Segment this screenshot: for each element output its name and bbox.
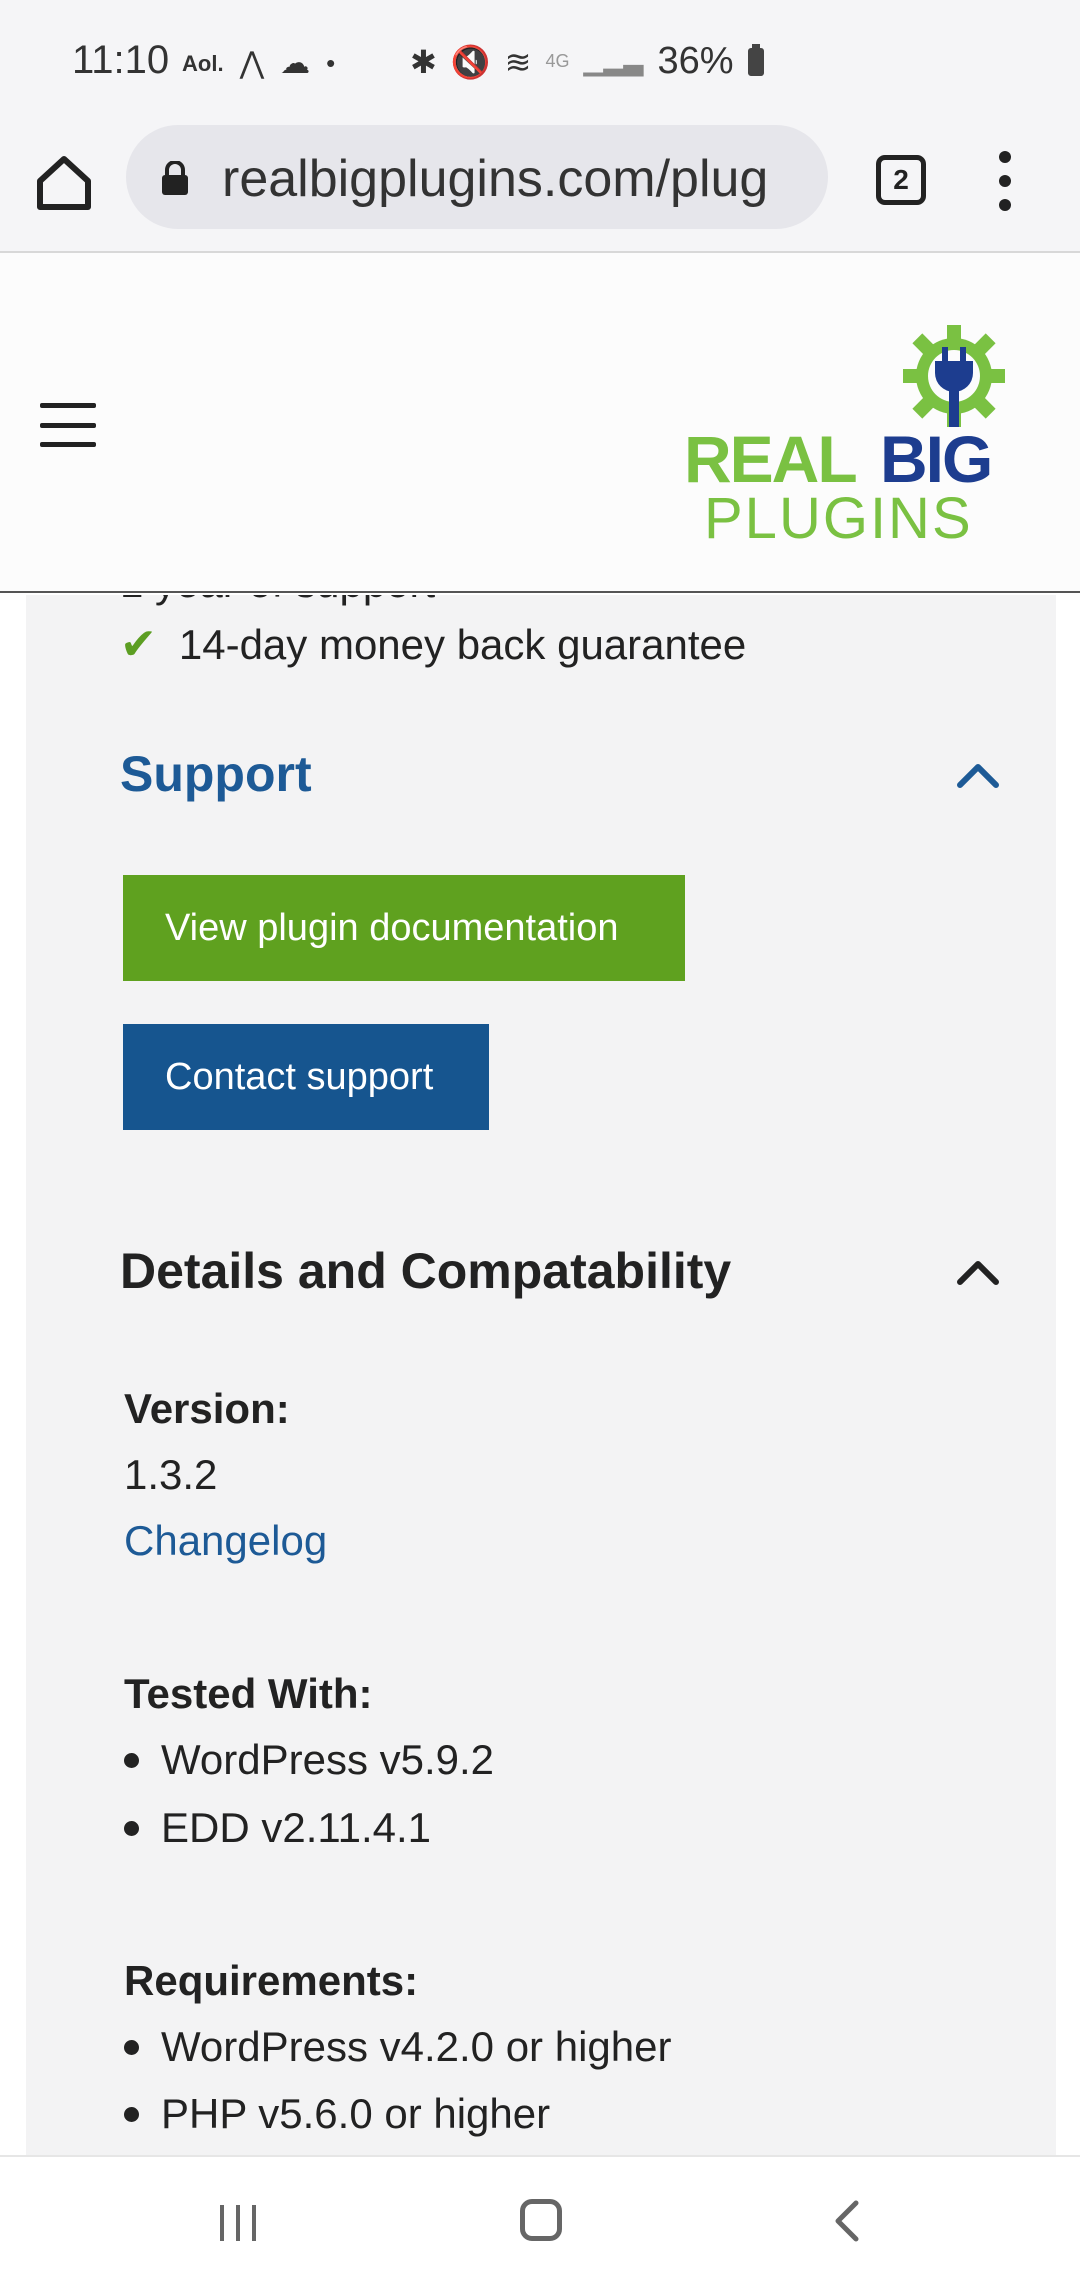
home-icon[interactable] bbox=[32, 151, 96, 215]
list-item: EDD v2.11.4.1 bbox=[124, 1804, 431, 1852]
dot-icon: • bbox=[326, 48, 336, 78]
signal-a-icon: ⋀ bbox=[239, 47, 265, 80]
tested-with-label: Tested With: bbox=[124, 1670, 373, 1717]
contact-support-button[interactable]: Contact support bbox=[123, 1024, 489, 1130]
support-section-header[interactable]: Support bbox=[120, 745, 1000, 803]
url-text: realbigplugins.com/plug bbox=[222, 150, 769, 208]
battery-percent: 36% bbox=[657, 40, 734, 82]
bullet-icon bbox=[124, 1820, 139, 1836]
tested-item-edd: EDD v2.11.4.1 bbox=[161, 1804, 432, 1851]
network-type-label: 4G bbox=[545, 51, 570, 71]
tab-switcher-button[interactable]: 2 bbox=[876, 155, 926, 205]
list-item: WordPress v5.9.2 bbox=[124, 1736, 494, 1784]
cloud-icon: ☁ bbox=[280, 47, 311, 80]
status-left-icons: Aol. ⋀ ☁ • bbox=[182, 46, 335, 81]
view-documentation-button[interactable]: View plugin documentation bbox=[123, 875, 685, 981]
mute-icon: 🔇 bbox=[450, 43, 491, 80]
bullet-icon bbox=[124, 2039, 139, 2055]
changelog-link[interactable]: Changelog bbox=[124, 1517, 327, 1565]
checkmark-icon: ✔ bbox=[120, 620, 157, 669]
bluetooth-icon: ✱ bbox=[410, 43, 437, 80]
browser-toolbar: realbigplugins.com/plug 2 bbox=[0, 125, 1080, 253]
support-title: Support bbox=[120, 746, 312, 802]
chevron-up-icon[interactable] bbox=[956, 1256, 1000, 1286]
url-bar[interactable]: realbigplugins.com/plug bbox=[126, 125, 828, 229]
back-icon[interactable] bbox=[828, 2199, 868, 2243]
requirement-item-wordpress: WordPress v4.2.0 or higher bbox=[161, 2023, 672, 2070]
hamburger-menu-icon[interactable] bbox=[40, 403, 96, 447]
battery-icon bbox=[747, 43, 764, 76]
status-bar: 11:10 Aol. ⋀ ☁ • ✱ 🔇 ≋ 4G ▁▂▃ 36% bbox=[0, 0, 1080, 125]
tested-item-wordpress: WordPress v5.9.2 bbox=[161, 1736, 495, 1783]
cellular-signal-icon: ▁▂▃ bbox=[583, 46, 644, 76]
details-section-header[interactable]: Details and Compatability bbox=[120, 1242, 1000, 1300]
recents-icon[interactable] bbox=[220, 2205, 256, 2241]
bullet-icon bbox=[124, 1752, 139, 1768]
version-value: 1.3.2 bbox=[124, 1451, 218, 1498]
list-item: WordPress v4.2.0 or higher bbox=[124, 2023, 671, 2071]
feature-item-partial: 1 year of support bbox=[120, 595, 435, 607]
site-logo[interactable]: REAL BIG PLUGINS bbox=[684, 321, 1024, 551]
aol-icon: Aol. bbox=[182, 50, 224, 76]
status-right-icons: ✱ 🔇 ≋ 4G ▁▂▃ 36% bbox=[410, 40, 764, 83]
feature-item-guarantee: ✔ 14-day money back guarantee bbox=[120, 619, 746, 670]
status-time: 11:10 bbox=[72, 38, 170, 82]
gear-plug-icon bbox=[903, 325, 1005, 427]
requirements-label: Requirements: bbox=[124, 1957, 419, 2004]
logo-text-plugins: PLUGINS bbox=[704, 486, 973, 551]
site-header: REAL BIG PLUGINS bbox=[0, 253, 1080, 593]
system-navigation-bar bbox=[0, 2155, 1080, 2280]
bullet-icon bbox=[124, 2106, 139, 2122]
browser-menu-icon[interactable] bbox=[990, 151, 1020, 211]
guarantee-text: 14-day money back guarantee bbox=[178, 620, 747, 668]
list-item: PHP v5.6.0 or higher bbox=[124, 2090, 550, 2138]
product-sidebar: 1 year of support ✔ 14-day money back gu… bbox=[26, 595, 1056, 2155]
chevron-up-icon[interactable] bbox=[956, 759, 1000, 789]
requirement-item-php: PHP v5.6.0 or higher bbox=[161, 2090, 551, 2137]
details-title: Details and Compatability bbox=[120, 1243, 732, 1299]
home-nav-icon[interactable] bbox=[520, 2199, 562, 2241]
lock-icon bbox=[160, 160, 190, 195]
wifi-icon: ≋ bbox=[504, 43, 532, 80]
version-label: Version: bbox=[124, 1385, 290, 1432]
